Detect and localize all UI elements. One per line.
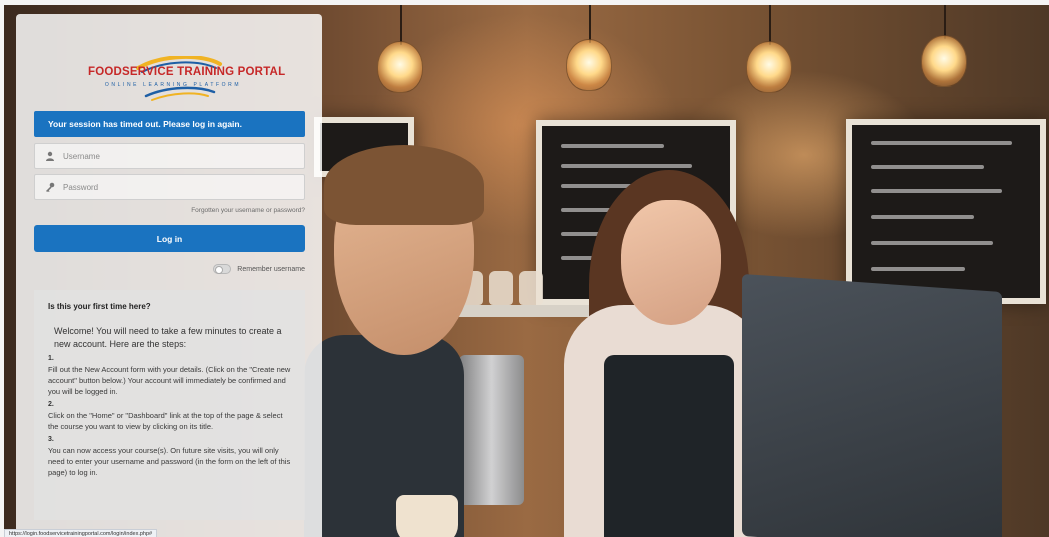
pendant-lamp [746, 41, 792, 93]
man-hair [324, 145, 484, 225]
step-number: 1. [48, 355, 54, 362]
pendant-lamp [377, 41, 423, 93]
password-field[interactable] [34, 174, 305, 200]
info-welcome-text: Welcome! You will need to take a few min… [54, 326, 282, 349]
first-time-info-box: Is this your first time here? Welcome! Y… [34, 290, 305, 520]
remember-username-label: Remember username [237, 265, 305, 273]
password-input[interactable] [63, 175, 298, 199]
pendant-lamp-cord [400, 5, 402, 45]
jar [519, 271, 543, 305]
user-icon [46, 151, 54, 161]
apron [604, 355, 734, 537]
portal-logo: FOODSERVICE TRAINING PORTAL ONLINE LEARN… [88, 56, 286, 108]
step-number: 3. [48, 436, 54, 443]
pendant-lamp [566, 39, 612, 91]
chalkboard-menu [846, 119, 1046, 304]
logo-tagline: ONLINE LEARNING PLATFORM [104, 82, 242, 88]
remember-username[interactable]: Remember username [213, 263, 305, 275]
status-bar-url: https://login.foodservicetrainingportal.… [4, 529, 158, 537]
logo-brand-text: FOODSERVICE TRAINING PORTAL [88, 66, 286, 78]
jar [489, 271, 513, 305]
step-text: Click on the "Home" or "Dashboard" link … [48, 411, 283, 431]
coffee-mug [396, 495, 458, 537]
pendant-lamp-cord [769, 5, 771, 45]
remember-username-toggle[interactable] [213, 264, 232, 274]
username-field[interactable] [34, 143, 305, 169]
forgot-credentials-link[interactable]: Forgotten your username or password? [191, 207, 305, 214]
login-panel: FOODSERVICE TRAINING PORTAL ONLINE LEARN… [16, 14, 322, 537]
step-text: Fill out the New Account form with your … [48, 365, 291, 396]
username-input[interactable] [63, 144, 298, 168]
session-timeout-alert: Your session has timed out. Please log i… [34, 111, 305, 137]
coffee-machine [459, 355, 524, 505]
login-button[interactable]: Log in [34, 225, 305, 252]
woman-head [621, 200, 721, 325]
key-icon [46, 182, 55, 192]
laptop [742, 273, 1002, 537]
logo-swoosh-icon [136, 56, 222, 101]
step-text: You can now access your course(s). On fu… [48, 446, 291, 477]
shelf [449, 305, 609, 317]
info-heading: Is this your first time here? [48, 302, 151, 311]
pendant-lamp [921, 35, 967, 87]
pendant-lamp-cord [944, 5, 946, 39]
step-number: 2. [48, 401, 54, 408]
pendant-lamp-cord [589, 5, 591, 43]
